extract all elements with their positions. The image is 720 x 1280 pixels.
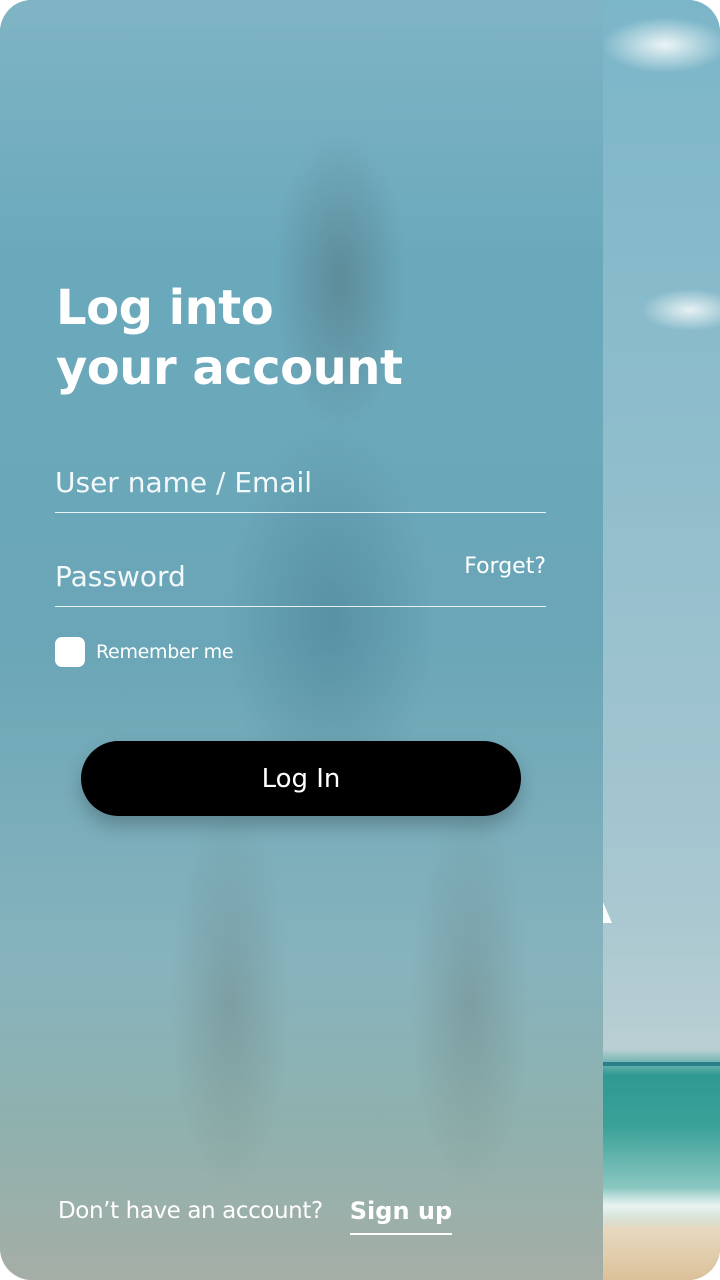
username-field — [55, 452, 546, 513]
remember-me-label: Remember me — [96, 641, 234, 663]
password-input[interactable] — [55, 546, 435, 606]
login-panel: Log into your account Forget? Remember m… — [0, 0, 603, 1280]
signup-prompt: Don’t have an account? — [58, 1198, 323, 1224]
login-screen: Log into your account Forget? Remember m… — [0, 0, 720, 1280]
horizon-line — [603, 1062, 720, 1066]
title-line-2: your account — [56, 340, 403, 396]
signup-footer: Don’t have an account? Sign up — [58, 1194, 453, 1236]
remember-me-checkbox[interactable] — [55, 637, 85, 667]
username-input[interactable] — [55, 452, 435, 512]
login-button[interactable]: Log In — [81, 741, 521, 816]
signup-link[interactable]: Sign up — [349, 1194, 453, 1235]
title-line-1: Log into — [56, 280, 274, 336]
remember-me-row: Remember me — [55, 637, 234, 667]
surf-foam — [603, 1188, 720, 1228]
forget-password-link[interactable]: Forget? — [464, 554, 546, 579]
page-title: Log into your account — [56, 278, 403, 398]
password-field: Forget? — [55, 546, 546, 607]
